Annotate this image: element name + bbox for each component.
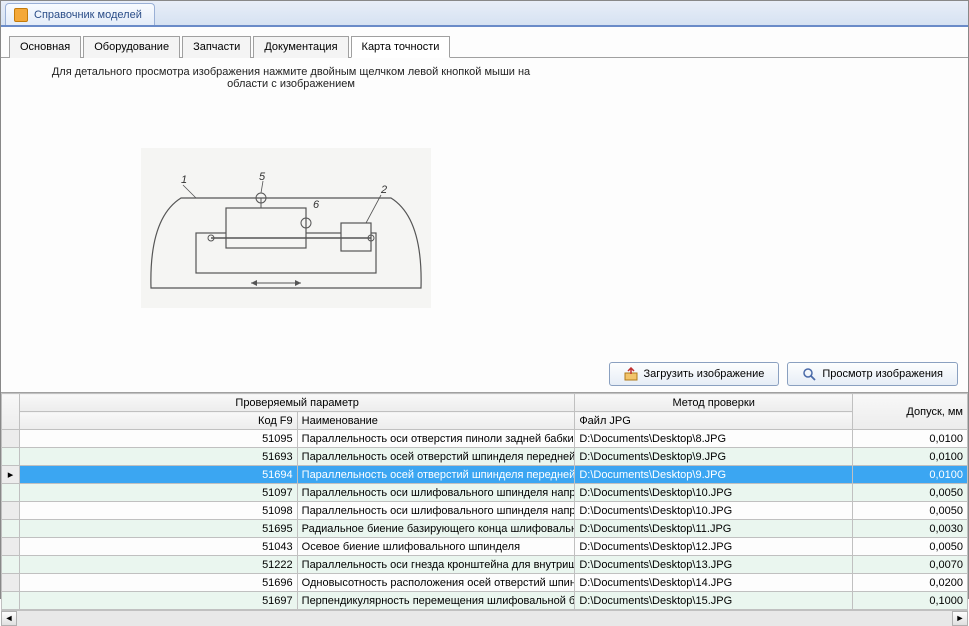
table-row[interactable]: 51696Одновысотность расположения осей от… <box>2 574 968 592</box>
table-row[interactable]: 51695Радиальное биение базирующего конца… <box>2 520 968 538</box>
cell-code: 51095 <box>20 430 298 448</box>
row-marker <box>2 430 20 448</box>
header-param-group[interactable]: Проверяемый параметр <box>20 394 575 412</box>
cell-code: 51697 <box>20 592 298 610</box>
cell-file: D:\Documents\Desktop\11.JPG <box>575 520 853 538</box>
cell-file: D:\Documents\Desktop\15.JPG <box>575 592 853 610</box>
table-row[interactable]: 51697Перпендикулярность перемещения шлиф… <box>2 592 968 610</box>
cell-name: Одновысотность расположения осей отверст… <box>297 574 575 592</box>
svg-text:5: 5 <box>259 171 266 183</box>
header-file[interactable]: Файл JPG <box>575 412 853 430</box>
table-row[interactable]: 51043Осевое биение шлифовального шпиндел… <box>2 538 968 556</box>
cell-name: Параллельность оси шлифовального шпиндел… <box>297 484 575 502</box>
cell-tol: 0,1000 <box>853 592 968 610</box>
cell-tol: 0,0050 <box>853 538 968 556</box>
cell-code: 51696 <box>20 574 298 592</box>
magnifier-icon <box>802 367 816 381</box>
inner-tab-bar: ОсновнаяОборудованиеЗапчастиДокументация… <box>1 27 968 58</box>
view-button-label: Просмотр изображения <box>822 368 943 380</box>
cell-tol: 0,0100 <box>853 430 968 448</box>
load-image-button[interactable]: Загрузить изображение <box>609 362 780 386</box>
col-marker <box>2 394 20 430</box>
cell-name: Параллельность оси шлифовального шпиндел… <box>297 502 575 520</box>
cell-code: 51222 <box>20 556 298 574</box>
button-row: Загрузить изображение Просмотр изображен… <box>1 358 968 392</box>
scroll-left-icon[interactable]: ◄ <box>1 611 17 626</box>
row-marker <box>2 538 20 556</box>
svg-text:6: 6 <box>313 199 320 211</box>
cell-code: 51695 <box>20 520 298 538</box>
cell-tol: 0,0100 <box>853 448 968 466</box>
horizontal-scrollbar[interactable]: ◄ ► <box>1 610 968 626</box>
cell-tol: 0,0200 <box>853 574 968 592</box>
window-tab-bar: Справочник моделей <box>1 1 968 27</box>
table-row[interactable]: 51222Параллельность оси гнезда кронштейн… <box>2 556 968 574</box>
header-tolerance[interactable]: Допуск, мм <box>853 394 968 430</box>
header-method-group[interactable]: Метод проверки <box>575 394 853 412</box>
image-preview-area[interactable]: 1 5 6 2 <box>1 98 968 358</box>
table-row[interactable]: 51097Параллельность оси шлифовального шп… <box>2 484 968 502</box>
load-button-label: Загрузить изображение <box>644 368 765 380</box>
tab-4[interactable]: Карта точности <box>351 36 451 58</box>
cell-name: Радиальное биение базирующего конца шлиф… <box>297 520 575 538</box>
row-marker <box>2 448 20 466</box>
instruction-text: Для детального просмотра изображения наж… <box>1 58 581 98</box>
view-image-button[interactable]: Просмотр изображения <box>787 362 958 386</box>
window-tab[interactable]: Справочник моделей <box>5 3 155 25</box>
scroll-right-icon[interactable]: ► <box>952 611 968 626</box>
svg-text:1: 1 <box>181 174 187 186</box>
row-marker <box>2 520 20 538</box>
cell-file: D:\Documents\Desktop\9.JPG <box>575 466 853 484</box>
cell-tol: 0,0070 <box>853 556 968 574</box>
cell-file: D:\Documents\Desktop\10.JPG <box>575 502 853 520</box>
cell-file: D:\Documents\Desktop\10.JPG <box>575 484 853 502</box>
tab-1[interactable]: Оборудование <box>83 36 180 58</box>
cell-name: Параллельность осей отверстий шпинделя п… <box>297 448 575 466</box>
cell-name: Параллельность оси отверстия пиноли задн… <box>297 430 575 448</box>
svg-text:2: 2 <box>380 184 387 196</box>
row-marker: ▸ <box>2 466 20 484</box>
cell-code: 51098 <box>20 502 298 520</box>
app-icon <box>14 8 28 22</box>
cell-file: D:\Documents\Desktop\14.JPG <box>575 574 853 592</box>
row-marker <box>2 574 20 592</box>
cell-tol: 0,0030 <box>853 520 968 538</box>
header-code[interactable]: Код F9 <box>20 412 298 430</box>
cell-file: D:\Documents\Desktop\13.JPG <box>575 556 853 574</box>
cell-file: D:\Documents\Desktop\9.JPG <box>575 448 853 466</box>
cell-code: 51693 <box>20 448 298 466</box>
tab-2[interactable]: Запчасти <box>182 36 251 58</box>
cell-file: D:\Documents\Desktop\12.JPG <box>575 538 853 556</box>
cell-code: 51043 <box>20 538 298 556</box>
table-row[interactable]: 51095Параллельность оси отверстия пиноли… <box>2 430 968 448</box>
cell-name: Параллельность оси гнезда кронштейна для… <box>297 556 575 574</box>
tab-3[interactable]: Документация <box>253 36 348 58</box>
row-marker <box>2 556 20 574</box>
table-row[interactable]: 51693Параллельность осей отверстий шпинд… <box>2 448 968 466</box>
cell-tol: 0,0050 <box>853 484 968 502</box>
data-grid[interactable]: Проверяемый параметр Метод проверки Допу… <box>1 392 968 610</box>
tab-0[interactable]: Основная <box>9 36 81 58</box>
window-tab-title: Справочник моделей <box>34 9 142 21</box>
cell-code: 51694 <box>20 466 298 484</box>
table-row[interactable]: 51098Параллельность оси шлифовального шп… <box>2 502 968 520</box>
row-marker <box>2 484 20 502</box>
cell-name: Параллельность осей отверстий шпинделя п… <box>297 466 575 484</box>
schematic-drawing: 1 5 6 2 <box>141 148 431 308</box>
cell-tol: 0,0100 <box>853 466 968 484</box>
load-icon <box>624 367 638 381</box>
table-row[interactable]: ▸51694Параллельность осей отверстий шпин… <box>2 466 968 484</box>
cell-code: 51097 <box>20 484 298 502</box>
row-marker <box>2 502 20 520</box>
row-marker <box>2 592 20 610</box>
cell-tol: 0,0050 <box>853 502 968 520</box>
header-name[interactable]: Наименование <box>297 412 575 430</box>
cell-name: Осевое биение шлифовального шпинделя <box>297 538 575 556</box>
cell-name: Перпендикулярность перемещения шлифоваль… <box>297 592 575 610</box>
cell-file: D:\Documents\Desktop\8.JPG <box>575 430 853 448</box>
